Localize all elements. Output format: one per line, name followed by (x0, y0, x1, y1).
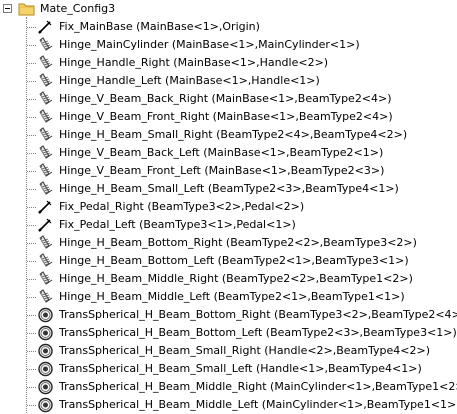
tree-item-label: TransSpherical_H_Beam_Small_Left (Handle… (59, 362, 422, 375)
tree-branch-line (27, 315, 36, 316)
tree-branch-line (27, 63, 36, 64)
tree-branch-line (27, 387, 36, 388)
tree-item-label: Hinge_H_Beam_Small_Left (BeamType2<3>,Be… (59, 182, 399, 195)
tree-item-label: Hinge_Handle_Right (MainBase<1>,Handle<2… (59, 56, 329, 69)
tree-branch-line (27, 405, 36, 406)
hinge-mate-icon (39, 163, 53, 177)
hinge-mate-icon (39, 253, 53, 267)
tree-item-label: Hinge_MainCylinder (MainBase<1>,MainCyli… (59, 38, 360, 51)
tree-branch-line (27, 369, 36, 370)
hinge-mate-icon (39, 145, 53, 159)
tree-item-label: Hinge_H_Beam_Middle_Left (BeamType2<1>,B… (59, 290, 405, 303)
tree-item-label: Hinge_H_Beam_Bottom_Left (BeamType2<1>,B… (59, 254, 409, 267)
spherical-mate-icon (38, 307, 53, 323)
tree-branch-line (27, 333, 36, 334)
tree-branch-line (27, 279, 36, 280)
tree-branch-line (27, 225, 36, 226)
tree-branch-line (27, 171, 36, 172)
tree-item-label: Hinge_V_Beam_Front_Right (MainBase<1>,Be… (59, 110, 393, 123)
hinge-mate-icon (39, 91, 53, 105)
folder-icon (18, 3, 35, 16)
tree-branch-line (27, 351, 36, 352)
tree-item-label: TransSpherical_H_Beam_Middle_Left (MainC… (59, 398, 457, 411)
hinge-mate-icon (39, 235, 53, 249)
spherical-mate-icon (38, 325, 53, 341)
tree-item-label: Hinge_V_Beam_Front_Left (MainBase<1>,Bea… (59, 164, 385, 177)
tree-item-label: TransSpherical_H_Beam_Bottom_Right (Beam… (59, 308, 457, 321)
tree-connector-line (26, 17, 27, 413)
fix-mate-icon (38, 200, 52, 214)
spherical-mate-icon (38, 379, 53, 395)
tree-item-label: TransSpherical_H_Beam_Middle_Right (Main… (59, 380, 457, 393)
spherical-mate-icon (38, 361, 53, 377)
hinge-mate-icon (39, 55, 53, 69)
hinge-mate-icon (39, 271, 53, 285)
hinge-mate-icon (39, 109, 53, 123)
tree-item-label: Hinge_V_Beam_Back_Left (MainBase<1>,Beam… (59, 146, 384, 159)
tree-item-label: Hinge_V_Beam_Back_Right (MainBase<1>,Bea… (59, 92, 392, 105)
tree-branch-line (27, 189, 36, 190)
fix-mate-icon (38, 20, 52, 34)
tree-item-label: Hinge_Handle_Left (MainBase<1>,Handle<1>… (59, 74, 320, 87)
tree-item-label: Hinge_H_Beam_Middle_Right (BeamType2<2>,… (59, 272, 413, 285)
tree-branch-line (27, 243, 36, 244)
collapse-toggle-icon[interactable] (3, 4, 12, 13)
hinge-mate-icon (39, 289, 53, 303)
tree-item-label: Fix_Pedal_Left (BeamType3<1>,Pedal<1>) (59, 218, 296, 231)
tree-item-label: Hinge_H_Beam_Small_Right (BeamType2<4>,B… (59, 128, 408, 141)
tree-branch-line (27, 207, 36, 208)
hinge-mate-icon (39, 73, 53, 87)
tree-item-label: Fix_Pedal_Right (BeamType3<2>,Pedal<2>) (59, 200, 305, 213)
spherical-mate-icon (38, 397, 53, 413)
fix-mate-icon (38, 218, 52, 232)
tree-item-label: Hinge_H_Beam_Bottom_Right (BeamType2<2>,… (59, 236, 417, 249)
tree-branch-line (27, 45, 36, 46)
tree-item-label: TransSpherical_H_Beam_Small_Right (Handl… (59, 344, 431, 357)
tree-branch-line (27, 297, 36, 298)
tree-branch-line (27, 117, 36, 118)
tree-branch-line (27, 153, 36, 154)
tree-branch-line (27, 81, 36, 82)
tree-branch-line (27, 27, 36, 28)
hinge-mate-icon (39, 37, 53, 51)
hinge-mate-icon (39, 181, 53, 195)
tree-branch-line (27, 261, 36, 262)
tree-item-label: Fix_MainBase (MainBase<1>,Origin) (59, 20, 260, 33)
mate-tree: Mate_Config3 Fix_MainBase (MainBase<1>,O… (0, 0, 457, 413)
spherical-mate-icon (38, 343, 53, 359)
tree-branch-line (27, 135, 36, 136)
tree-item-label: TransSpherical_H_Beam_Bottom_Left (BeamT… (59, 326, 457, 339)
hinge-mate-icon (39, 127, 53, 141)
tree-branch-line (27, 99, 36, 100)
tree-root-label: Mate_Config3 (40, 2, 116, 15)
